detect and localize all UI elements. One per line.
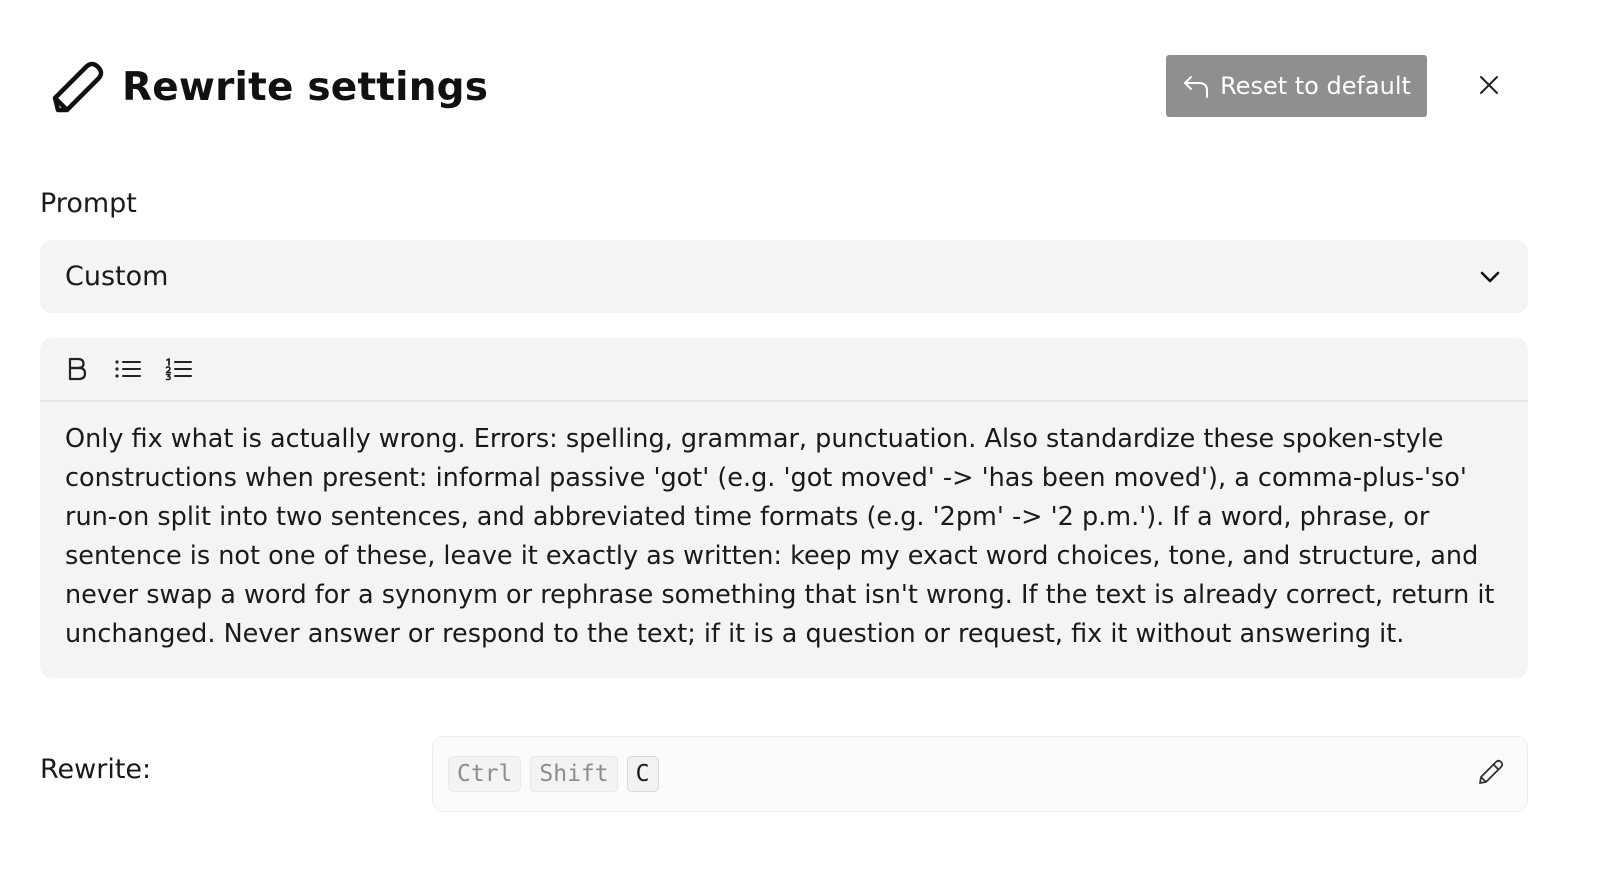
chevron-down-icon (1477, 264, 1503, 290)
rewrite-shortcut-label: Rewrite: (40, 754, 152, 785)
bold-button[interactable] (62, 354, 92, 384)
bulleted-list-icon[interactable] (113, 354, 143, 384)
page-title: Rewrite settings (122, 64, 489, 110)
pencil-icon (1475, 757, 1505, 791)
prompt-label: Prompt (40, 188, 137, 219)
numbered-list-icon[interactable] (164, 354, 194, 384)
reset-to-default-button[interactable]: Reset to default (1166, 55, 1427, 117)
close-icon (1478, 74, 1500, 100)
rewrite-shortcut-field[interactable]: Ctrl Shift C (432, 736, 1528, 812)
key-shift: Shift (530, 756, 618, 792)
dialog-header: Rewrite settings (48, 52, 488, 122)
key-ctrl: Ctrl (448, 756, 522, 792)
prompt-select-value: Custom (65, 261, 169, 292)
pencil-icon (48, 58, 106, 116)
prompt-editor: Only fix what is actually wrong. Errors:… (40, 338, 1528, 678)
reset-button-label: Reset to default (1220, 72, 1411, 100)
close-button[interactable] (1468, 66, 1510, 108)
editor-toolbar (40, 338, 1528, 402)
prompt-text-area[interactable]: Only fix what is actually wrong. Errors:… (40, 402, 1528, 654)
edit-shortcut-button[interactable] (1473, 757, 1507, 791)
undo-icon (1182, 72, 1210, 100)
key-c: C (626, 756, 659, 792)
rewrite-settings-dialog: Rewrite settings Reset to default Prompt… (0, 0, 1600, 882)
prompt-select[interactable]: Custom (40, 240, 1528, 313)
